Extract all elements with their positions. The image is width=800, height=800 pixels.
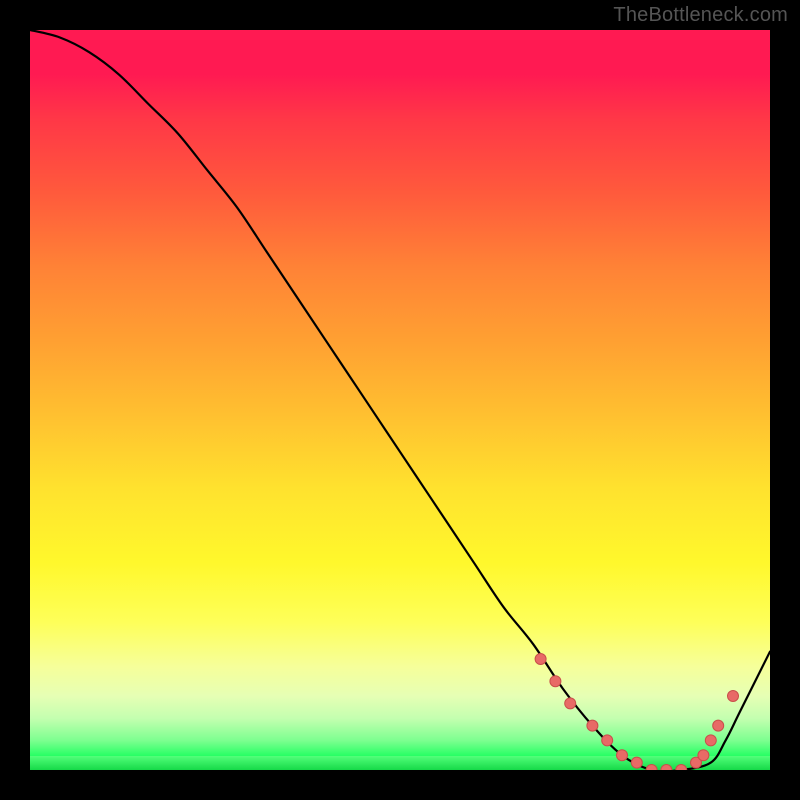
curve-marker bbox=[661, 765, 672, 771]
curve-marker bbox=[698, 750, 709, 761]
marker-group bbox=[535, 654, 738, 771]
plot-area bbox=[30, 30, 770, 770]
curve-marker bbox=[728, 691, 739, 702]
curve-svg bbox=[30, 30, 770, 770]
bottleneck-curve-path bbox=[30, 30, 770, 770]
curve-marker bbox=[535, 654, 546, 665]
curve-marker bbox=[631, 757, 642, 768]
curve-marker bbox=[617, 750, 628, 761]
curve-marker bbox=[646, 765, 657, 771]
curve-marker bbox=[550, 676, 561, 687]
curve-marker bbox=[602, 735, 613, 746]
curve-marker bbox=[713, 720, 724, 731]
curve-marker bbox=[565, 698, 576, 709]
chart-frame: TheBottleneck.com bbox=[0, 0, 800, 800]
watermark-text: TheBottleneck.com bbox=[613, 4, 788, 27]
curve-marker bbox=[676, 765, 687, 771]
curve-marker bbox=[705, 735, 716, 746]
curve-marker bbox=[587, 720, 598, 731]
